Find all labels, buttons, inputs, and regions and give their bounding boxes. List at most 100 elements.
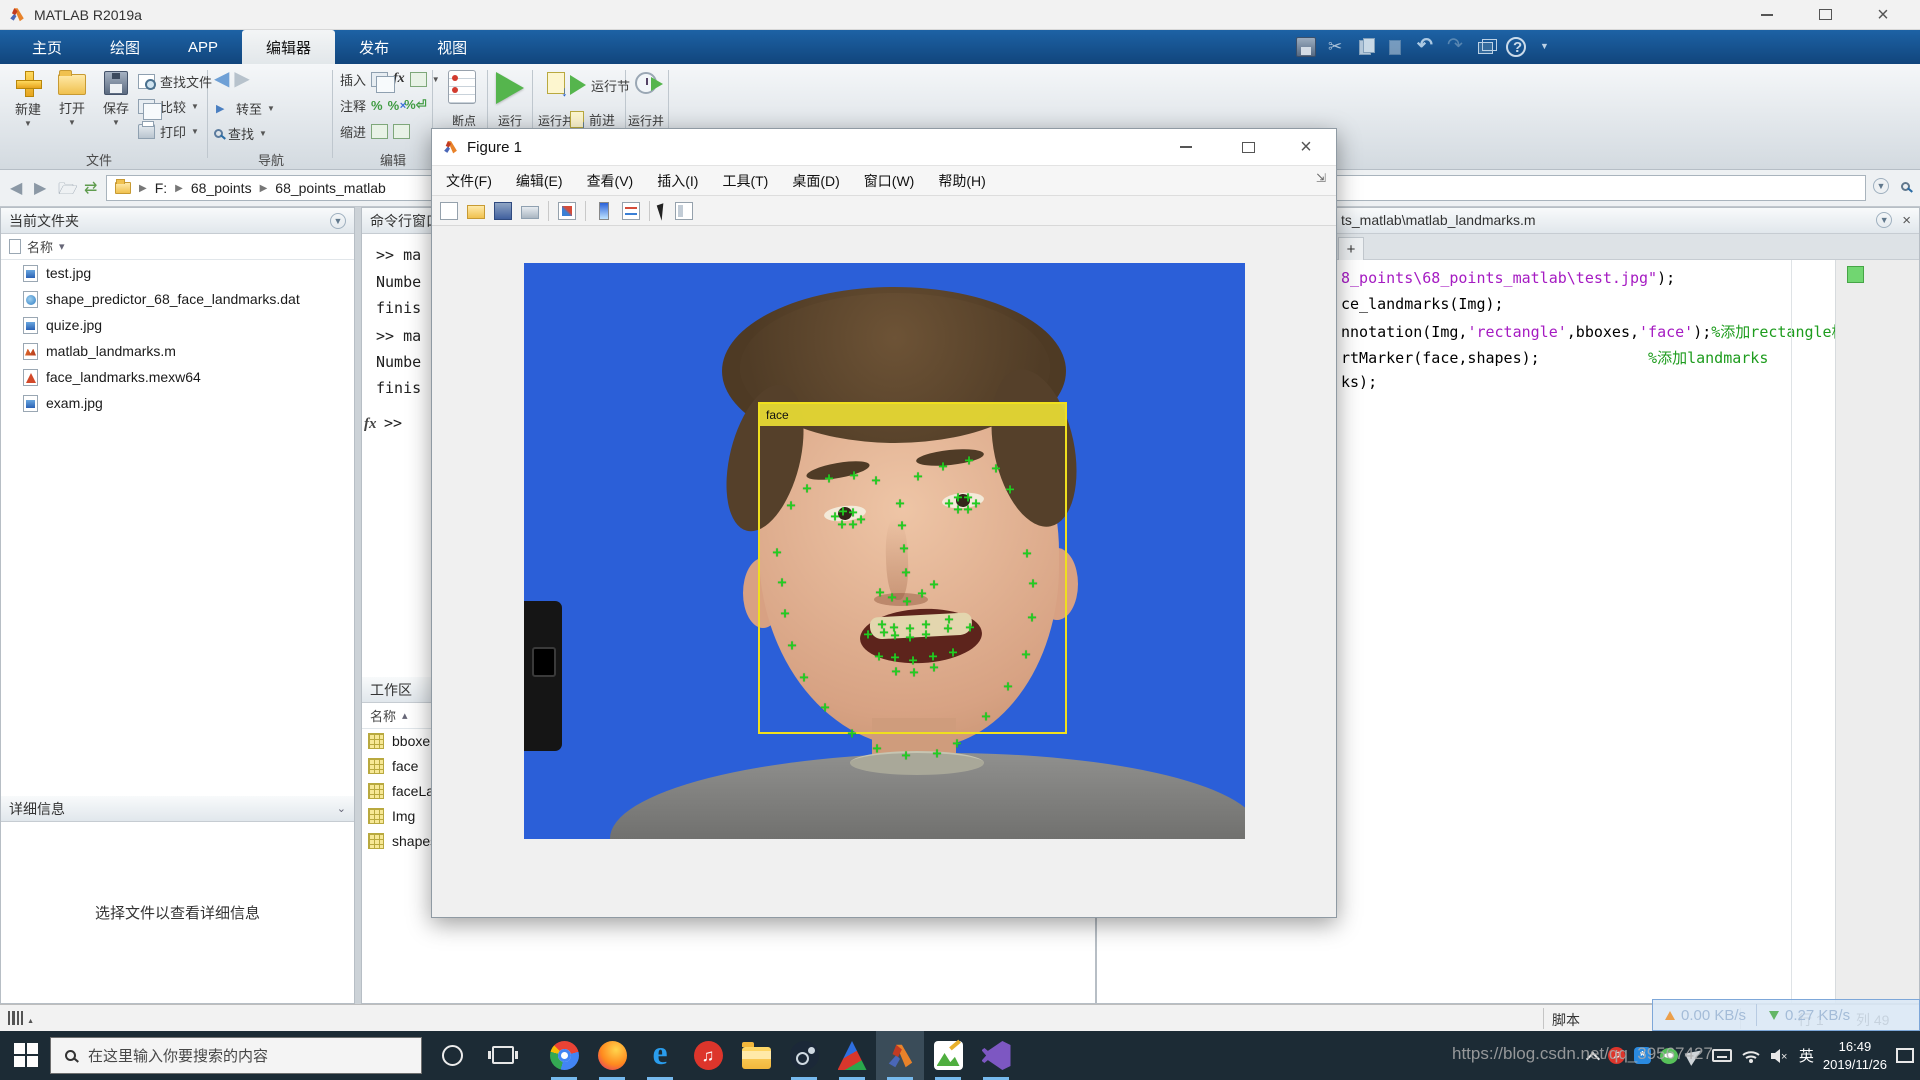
goto-button[interactable]: 转至▼ — [214, 97, 275, 119]
redo-icon[interactable] — [1446, 37, 1466, 57]
figure-menu-插[interactable]: 插入(I) — [657, 171, 698, 191]
undo-icon[interactable] — [1416, 37, 1436, 57]
editor-menu-icon[interactable]: ▼ — [1876, 212, 1892, 228]
tab-视图[interactable]: 视图 — [413, 30, 491, 64]
taskbar-app-firefox[interactable] — [588, 1031, 636, 1080]
print-icon[interactable] — [521, 206, 539, 219]
figure-menu-文[interactable]: 文件(F) — [446, 171, 492, 191]
start-button[interactable] — [14, 1043, 38, 1067]
new-tab-button[interactable]: + — [1338, 237, 1364, 260]
taskbar-app-matlab[interactable] — [876, 1031, 924, 1080]
property-editor-icon[interactable] — [675, 202, 693, 220]
figure-menu-帮[interactable]: 帮助(H) — [938, 171, 985, 191]
forward-icon[interactable]: ▶ — [234, 69, 249, 89]
run-button[interactable] — [490, 72, 530, 104]
code-analyzer-indicator[interactable] — [1847, 266, 1864, 283]
maximize-icon[interactable] — [1800, 0, 1850, 29]
command-prompt[interactable]: >> — [384, 414, 402, 432]
file-item[interactable]: test.jpg — [1, 260, 354, 286]
taskbar-app-edge[interactable]: e — [636, 1031, 684, 1080]
file-item[interactable]: quize.jpg — [1, 312, 354, 338]
run-and-time-button[interactable] — [628, 72, 664, 94]
network-speed-widget[interactable]: 0.00 KB/s 0.27 KB/s — [1652, 999, 1920, 1031]
ime-indicator[interactable]: 英 — [1799, 1045, 1814, 1066]
volume-muted-icon[interactable]: × — [1770, 1048, 1790, 1064]
figure-menu-查[interactable]: 查看(V) — [587, 171, 634, 191]
task-view-icon[interactable] — [492, 1046, 514, 1064]
print-button[interactable]: 打印▼ — [138, 120, 199, 142]
search-folder-icon[interactable] — [1901, 182, 1910, 191]
taskbar-app-netease[interactable]: ♫ — [684, 1031, 732, 1080]
crumb-drive[interactable]: F: — [155, 180, 167, 196]
file-item[interactable]: exam.jpg — [1, 390, 354, 416]
folder-up-icon[interactable]: 🗁 — [58, 178, 78, 205]
tab-发布[interactable]: 发布 — [335, 30, 413, 64]
taskbar-app-chrome[interactable] — [540, 1031, 588, 1080]
indent-right-icon[interactable] — [393, 124, 410, 139]
save-icon[interactable] — [1296, 37, 1316, 57]
figure-menu-桌[interactable]: 桌面(D) — [792, 171, 839, 191]
compare-button[interactable]: 比较▼ — [138, 95, 199, 117]
save-button[interactable]: 保存▼ — [94, 70, 138, 127]
taskbar-app-imageviewer[interactable] — [924, 1031, 972, 1080]
workspace-variable[interactable]: face — [368, 754, 418, 778]
link-plot-icon[interactable] — [558, 202, 576, 220]
figure-menu-窗[interactable]: 窗口(W) — [864, 171, 915, 191]
insert-section-icon[interactable] — [371, 72, 388, 87]
close-icon[interactable] — [1858, 0, 1908, 29]
figure-window[interactable]: Figure 1 文件(F) 编辑(E) 查看(V) 插入(I) 工具(T) 桌面(D) 窗… — [431, 128, 1337, 918]
collapse-icon[interactable]: ⌄ — [337, 802, 346, 815]
legend-icon[interactable] — [622, 202, 640, 220]
action-center-icon[interactable] — [1896, 1048, 1914, 1063]
back-button[interactable]: ◀ ▶ — [214, 68, 250, 90]
taskbar-app-folder[interactable] — [732, 1031, 780, 1080]
smart-indent-icon[interactable] — [371, 124, 388, 139]
run-section-button[interactable]: 运行节 — [570, 74, 630, 96]
insert-row[interactable]: 插入 fx ▼ — [340, 68, 440, 90]
figure-menu-编[interactable]: 编辑(E) — [516, 171, 563, 191]
window-icon[interactable] — [1476, 37, 1496, 57]
forward-icon[interactable]: ▶ — [34, 178, 46, 198]
figure-close-icon[interactable] — [1283, 129, 1329, 165]
comment-row[interactable]: 注释 % % %⏎ — [340, 94, 427, 116]
workspace-variable[interactable]: Img — [368, 804, 415, 828]
figure-title-bar[interactable]: Figure 1 — [432, 129, 1336, 166]
file-item[interactable]: matlab_landmarks.m — [1, 338, 354, 364]
taskbar-app-media[interactable] — [828, 1031, 876, 1080]
dropdown-icon[interactable] — [1536, 37, 1556, 57]
uncomment-icon[interactable]: % — [388, 98, 400, 113]
figure-maximize-icon[interactable] — [1225, 129, 1271, 165]
editor-close-icon[interactable]: × — [1902, 213, 1911, 228]
insert-block-icon[interactable] — [410, 72, 427, 87]
figure-menu-工[interactable]: 工具(T) — [722, 171, 768, 191]
workspace-variable[interactable]: faceLa — [368, 779, 434, 803]
file-item[interactable]: shape_predictor_68_face_landmarks.dat — [1, 286, 354, 312]
new-button[interactable]: 新建▼ — [6, 70, 50, 128]
touch-keyboard-icon[interactable] — [1712, 1049, 1732, 1062]
wrap-comment-icon[interactable]: %⏎ — [404, 97, 426, 113]
cortana-icon[interactable] — [442, 1045, 463, 1066]
name-column-header[interactable]: 名称 ▾ — [1, 234, 354, 260]
open-button[interactable]: 打开▼ — [50, 70, 94, 127]
tab-绘图[interactable]: 绘图 — [86, 30, 164, 64]
tab-主页[interactable]: 主页 — [8, 30, 86, 64]
figure-minimize-icon[interactable] — [1163, 129, 1209, 165]
taskbar-search-input[interactable]: 在这里输入你要搜索的内容 — [50, 1037, 422, 1074]
crumb-folder1[interactable]: 68_points — [191, 180, 252, 196]
find-button[interactable]: 查找▼ — [214, 122, 267, 144]
paste-icon[interactable] — [1386, 37, 1406, 57]
clock[interactable]: 16:49 2019/11/26 — [1823, 1038, 1887, 1073]
open-icon[interactable] — [467, 205, 485, 219]
taskbar-app-vscode[interactable] — [972, 1031, 1020, 1080]
status-busy-icon[interactable] — [8, 1011, 34, 1025]
current-folder-header[interactable]: 当前文件夹 ▼ — [1, 208, 354, 234]
file-item[interactable]: face_landmarks.mexw64 — [1, 364, 354, 390]
breakpoints-button[interactable] — [440, 70, 484, 104]
path-dropdown-icon[interactable]: ▼ — [1873, 178, 1889, 194]
advance-button[interactable]: 前进 — [570, 108, 615, 130]
details-header[interactable]: 详细信息 ⌄ — [1, 796, 354, 822]
indent-row[interactable]: 缩进 — [340, 120, 410, 142]
save-icon[interactable] — [494, 202, 512, 220]
cut-icon[interactable] — [1326, 37, 1346, 57]
back-icon[interactable]: ◀ — [10, 178, 22, 198]
